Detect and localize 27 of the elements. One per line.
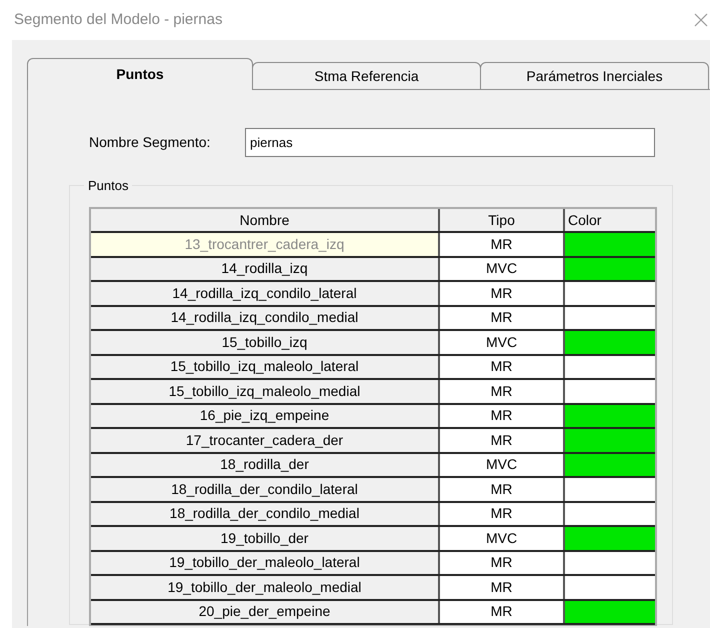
column-header[interactable]: Color [565,209,655,231]
table-cell: MR [440,380,563,402]
window-title: Segmento del Modelo - piernas [14,10,222,30]
tab[interactable]: Puntos [27,58,253,90]
table-cell: MR [440,233,563,256]
close-icon[interactable] [694,13,708,27]
tab[interactable]: Stma Referencia [252,62,481,90]
table-cell: MR [440,356,563,378]
table-cell: MR [440,552,563,574]
table-cell: MR [440,429,563,452]
table-cell[interactable]: 13_trocantrer_cadera_izq [91,233,438,256]
table-cell: MVC [440,331,563,354]
table-cell: MR [440,478,563,500]
table-cell: MR [440,600,563,623]
tab[interactable]: Parámetros Inerciales [480,62,709,90]
table-cell: MR [440,576,563,598]
column-header[interactable]: Tipo [440,209,563,231]
input-field[interactable]: piernas [245,128,655,157]
column-header[interactable]: Nombre [91,209,438,231]
table-cell: MVC [440,258,563,280]
table-cell: MR [440,502,563,525]
field-label: Nombre Segmento: [89,133,212,152]
table-cell: MVC [440,527,563,550]
table-cell: MR [440,306,563,329]
table-cell: MR [440,404,563,427]
table-cell: MR [440,282,563,304]
table-cell: MVC [440,454,563,476]
